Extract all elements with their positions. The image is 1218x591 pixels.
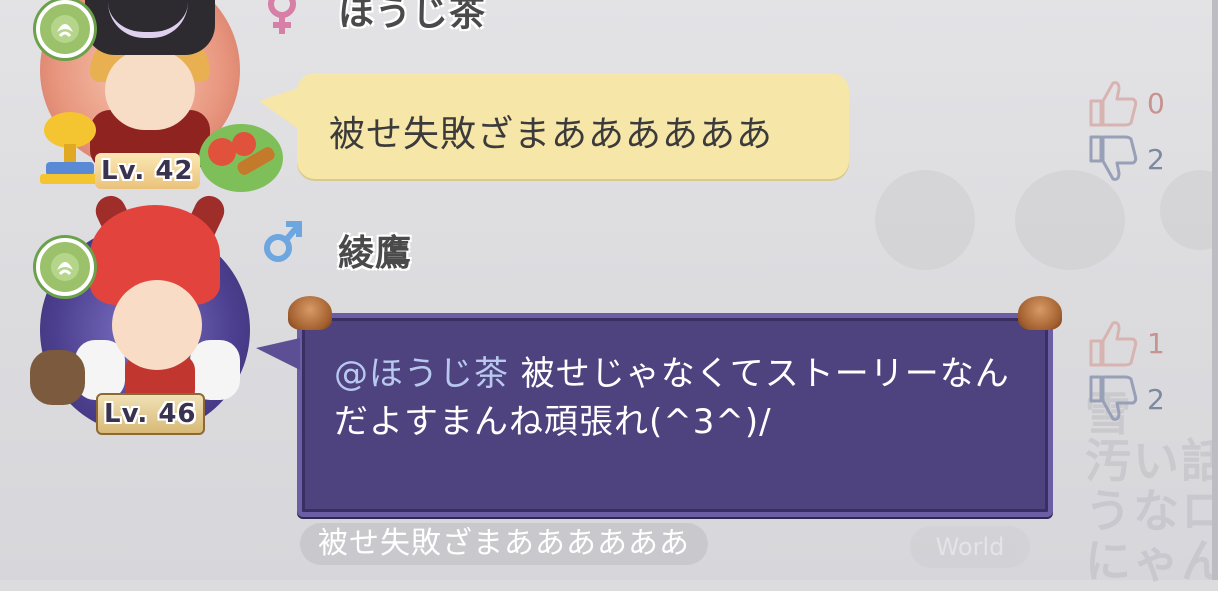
trophy-icon bbox=[40, 112, 100, 184]
background-world-pill: World bbox=[910, 526, 1030, 568]
guild-emblem-icon bbox=[36, 238, 94, 296]
thumbs-down-icon bbox=[1089, 375, 1138, 421]
female-icon bbox=[268, 0, 296, 34]
chat-message-bubble[interactable]: 被せ失敗ざまああああああ bbox=[259, 73, 849, 179]
like-button[interactable]: 1 bbox=[1085, 315, 1165, 371]
player-name[interactable]: 綾鷹 bbox=[338, 224, 412, 276]
thumbs-up-icon bbox=[1089, 81, 1138, 127]
avatar-face bbox=[105, 50, 195, 130]
background-smiley-icon bbox=[875, 170, 975, 270]
chat-message-text: @ほうじ茶 被せじゃなくてストーリーなんだよすまんね頑張れ(^3^)/ bbox=[334, 350, 1014, 446]
thumbs-down-icon bbox=[1089, 135, 1138, 181]
pet-icon bbox=[30, 350, 85, 405]
avatar-face bbox=[112, 280, 202, 370]
dislike-button[interactable]: 2 bbox=[1085, 371, 1165, 427]
like-count: 0 bbox=[1147, 86, 1165, 120]
like-button[interactable]: 0 bbox=[1085, 75, 1165, 131]
quoted-reply[interactable]: 被せ失敗ざまああああああ bbox=[300, 523, 708, 565]
scrollbar-track[interactable] bbox=[1212, 0, 1218, 580]
bubble-frame-ornament bbox=[1018, 296, 1062, 330]
bubble-tail bbox=[256, 338, 300, 370]
chat-message-bubble[interactable]: @ほうじ茶 被せじゃなくてストーリーなんだよすまんね頑張れ(^3^)/ bbox=[256, 296, 1062, 517]
avatar-cape bbox=[190, 340, 240, 400]
player-name[interactable]: ほうじ茶 bbox=[338, 0, 486, 36]
background-circle-icon bbox=[1160, 170, 1218, 250]
guild-emblem-icon bbox=[36, 0, 94, 58]
male-icon bbox=[264, 221, 302, 262]
background-channel-text: にゃん bbox=[1085, 534, 1218, 588]
bubble-frame-ornament bbox=[288, 296, 332, 330]
bubble-tail bbox=[259, 87, 301, 131]
chat-panel: 雪 汚い話 うなロ にゃん World Lv. 42 ほうじ茶 被せ失敗ざまああ… bbox=[0, 0, 1218, 588]
dislike-count: 2 bbox=[1147, 382, 1165, 416]
player-level-label: Lv. 42 bbox=[95, 153, 200, 189]
dislike-button[interactable]: 2 bbox=[1085, 131, 1165, 187]
dislike-count: 2 bbox=[1147, 142, 1165, 176]
thumbs-up-icon bbox=[1089, 321, 1138, 367]
like-count: 1 bbox=[1147, 326, 1165, 360]
mention-link[interactable]: @ほうじ茶 bbox=[334, 354, 509, 394]
chat-message-text: 被せ失敗ざまああああああ bbox=[329, 114, 774, 155]
player-level-label: Lv. 46 bbox=[96, 393, 205, 435]
